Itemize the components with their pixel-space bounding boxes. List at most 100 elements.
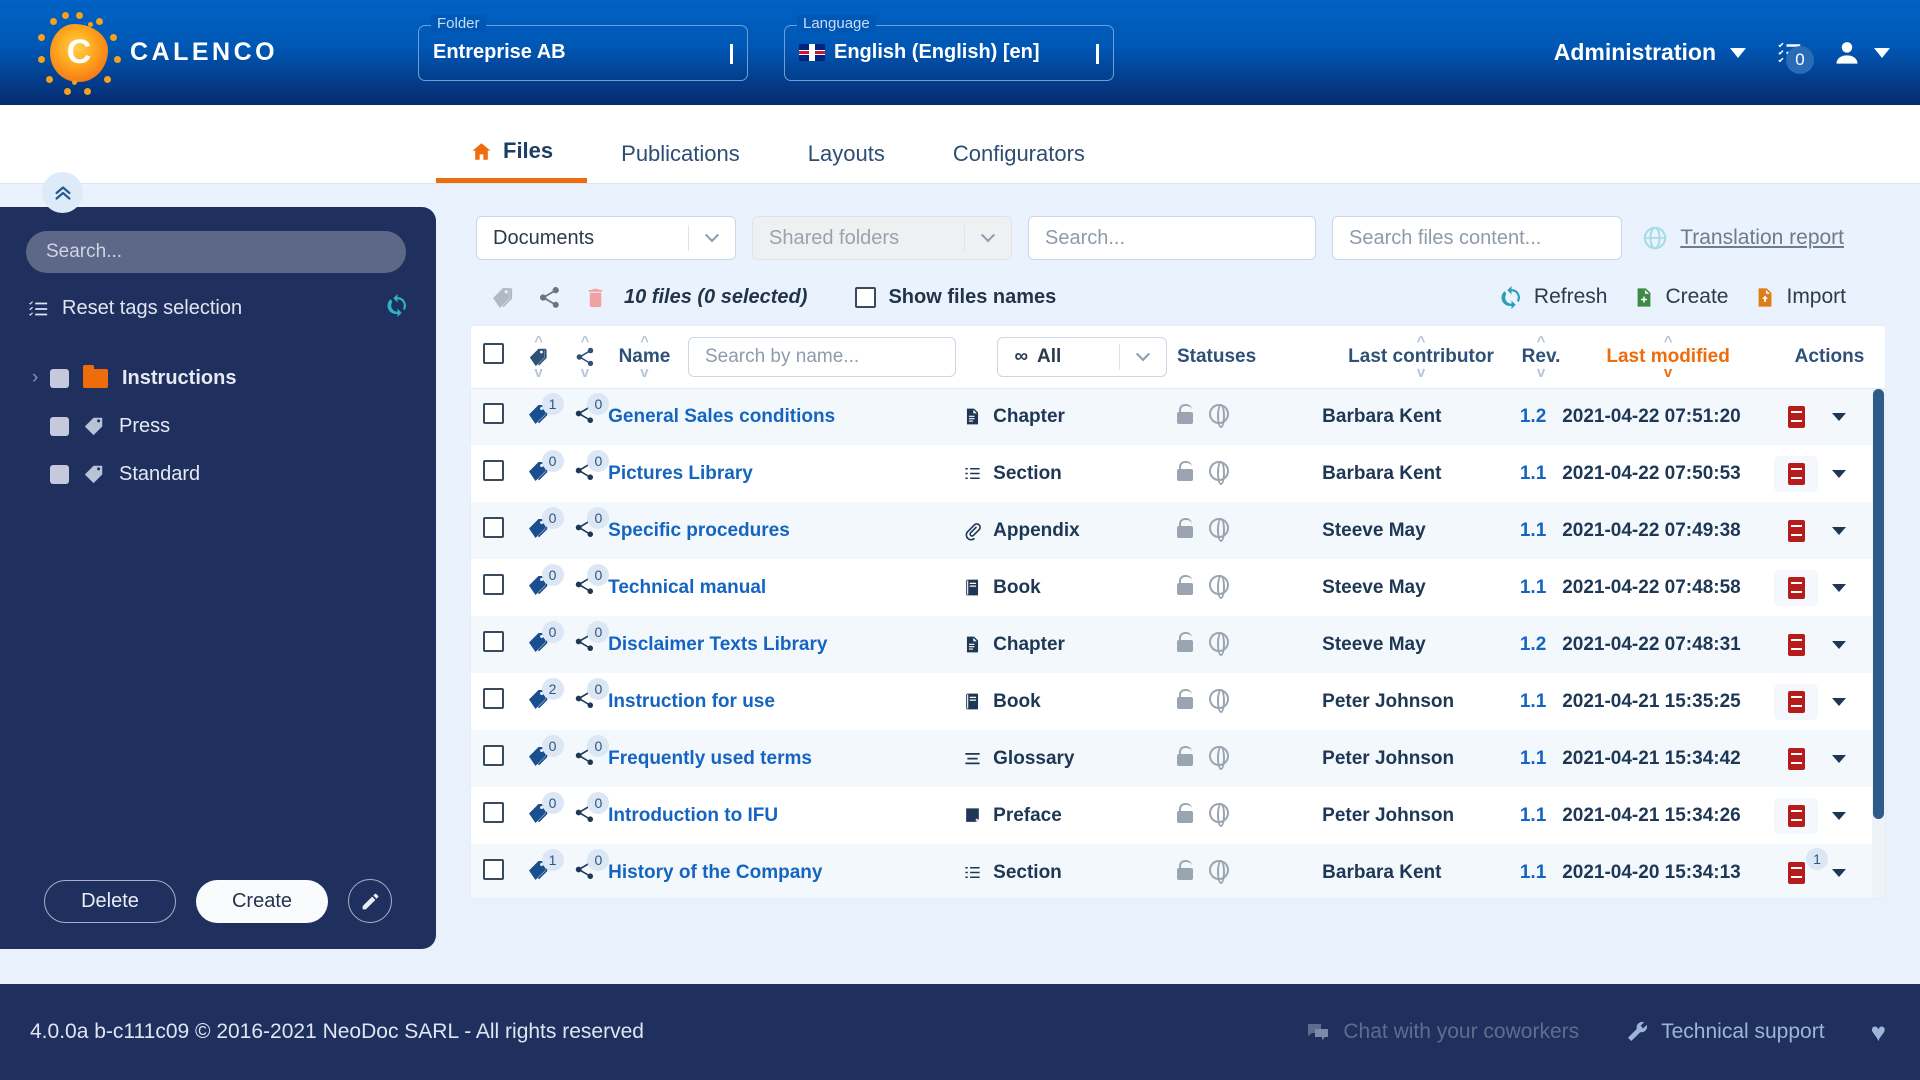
row-revision[interactable]: 1.1 bbox=[1520, 787, 1562, 844]
shares-column-header[interactable]: ^ v bbox=[562, 326, 608, 388]
unlocked-icon[interactable] bbox=[1177, 469, 1193, 481]
row-revision[interactable]: 1.1 bbox=[1520, 445, 1562, 502]
create-file-button[interactable]: Create bbox=[1633, 285, 1728, 310]
name-search-input[interactable] bbox=[688, 337, 956, 377]
last-contributor-column-header[interactable]: ^ Last contributor v bbox=[1322, 326, 1520, 388]
user-menu[interactable] bbox=[1832, 38, 1890, 68]
sidebar-tag-press[interactable]: Press bbox=[26, 402, 410, 450]
reset-tags-selection-button[interactable]: Reset tags selection bbox=[26, 293, 410, 324]
row-file-name[interactable]: Pictures Library bbox=[608, 445, 963, 502]
sidebar-collapse-button[interactable] bbox=[42, 172, 83, 213]
row-file-name[interactable]: Technical manual bbox=[608, 559, 963, 616]
tag-checkbox[interactable] bbox=[50, 369, 69, 388]
row-checkbox[interactable] bbox=[483, 745, 504, 766]
row-revision[interactable]: 1.1 bbox=[1520, 559, 1562, 616]
table-row[interactable]: 0 0 Disclaimer Texts Library Chapter Ste… bbox=[471, 616, 1885, 673]
row-tags-icon[interactable]: 1 bbox=[527, 858, 551, 888]
globe-icon[interactable] bbox=[1209, 689, 1229, 709]
table-row[interactable]: 1 0 History of the Company Section Barba… bbox=[471, 844, 1885, 899]
row-checkbox[interactable] bbox=[483, 631, 504, 652]
globe-icon[interactable] bbox=[1209, 803, 1229, 823]
sort-desc-icon[interactable]: v bbox=[1537, 368, 1545, 377]
row-tags-icon[interactable]: 0 bbox=[527, 516, 551, 546]
sort-asc-icon[interactable]: ^ bbox=[534, 337, 543, 346]
row-publish-button[interactable] bbox=[1774, 456, 1818, 492]
row-revision[interactable]: 1.1 bbox=[1520, 730, 1562, 787]
name-column-header[interactable]: ^ Name v bbox=[608, 326, 681, 388]
unlocked-icon[interactable] bbox=[1177, 868, 1193, 880]
unlocked-icon[interactable] bbox=[1177, 412, 1193, 424]
table-scrollbar[interactable] bbox=[1872, 389, 1885, 899]
row-tags-icon[interactable]: 1 bbox=[527, 402, 551, 432]
row-share-icon[interactable]: 0 bbox=[573, 687, 596, 716]
row-revision[interactable]: 1.2 bbox=[1520, 616, 1562, 673]
show-files-names-toggle[interactable]: Show files names bbox=[855, 286, 1056, 309]
row-revision[interactable]: 1.1 bbox=[1520, 502, 1562, 559]
globe-icon[interactable] bbox=[1209, 404, 1229, 424]
unlocked-icon[interactable] bbox=[1177, 811, 1193, 823]
row-share-icon[interactable]: 0 bbox=[573, 402, 596, 431]
row-publish-button[interactable]: 1 bbox=[1774, 855, 1818, 891]
row-publish-button[interactable] bbox=[1774, 741, 1818, 777]
tab-files[interactable]: Files bbox=[436, 138, 587, 183]
row-tags-icon[interactable]: 0 bbox=[527, 744, 551, 774]
globe-icon[interactable] bbox=[1209, 518, 1229, 538]
tags-column-header[interactable]: ^ v bbox=[515, 326, 561, 388]
show-files-names-checkbox[interactable] bbox=[855, 287, 876, 308]
row-actions-menu-icon[interactable] bbox=[1832, 527, 1846, 535]
row-revision[interactable]: 1.1 bbox=[1520, 673, 1562, 730]
row-file-name[interactable]: Specific procedures bbox=[608, 502, 963, 559]
row-file-name[interactable]: History of the Company bbox=[608, 844, 963, 899]
table-row[interactable]: 0 0 Frequently used terms Glossary Peter… bbox=[471, 730, 1885, 787]
sidebar-search-input[interactable] bbox=[26, 231, 406, 273]
row-share-icon[interactable]: 0 bbox=[573, 630, 596, 659]
row-actions-menu-icon[interactable] bbox=[1832, 641, 1846, 649]
table-row[interactable]: 2 0 Instruction for use Book Peter Johns… bbox=[471, 673, 1885, 730]
tab-layouts[interactable]: Layouts bbox=[774, 138, 919, 183]
row-share-icon[interactable]: 0 bbox=[573, 459, 596, 488]
sort-asc-icon[interactable]: ^ bbox=[1537, 337, 1546, 346]
row-tags-icon[interactable]: 0 bbox=[527, 573, 551, 603]
files-content-search-input[interactable] bbox=[1332, 216, 1622, 260]
files-search-input[interactable] bbox=[1028, 216, 1316, 260]
row-revision[interactable]: 1.1 bbox=[1520, 844, 1562, 899]
tag-icon[interactable] bbox=[480, 285, 526, 310]
refresh-button[interactable]: Refresh bbox=[1499, 285, 1608, 310]
row-actions-menu-icon[interactable] bbox=[1832, 755, 1846, 763]
row-actions-menu-icon[interactable] bbox=[1832, 470, 1846, 478]
row-publish-button[interactable] bbox=[1774, 627, 1818, 663]
tab-publications[interactable]: Publications bbox=[587, 138, 774, 183]
row-share-icon[interactable]: 0 bbox=[573, 858, 596, 887]
sort-desc-icon[interactable]: v bbox=[581, 368, 589, 377]
tag-checkbox[interactable] bbox=[50, 465, 69, 484]
row-checkbox[interactable] bbox=[483, 460, 504, 481]
language-selector[interactable]: Language English (English) [en] bbox=[784, 25, 1114, 81]
document-type-select[interactable]: Documents bbox=[476, 216, 736, 260]
import-file-button[interactable]: Import bbox=[1754, 285, 1846, 310]
globe-icon[interactable] bbox=[1209, 461, 1229, 481]
sort-desc-icon[interactable]: v bbox=[534, 368, 542, 377]
row-actions-menu-icon[interactable] bbox=[1832, 584, 1846, 592]
trash-icon[interactable] bbox=[572, 285, 618, 310]
row-publish-button[interactable] bbox=[1774, 399, 1818, 435]
row-actions-menu-icon[interactable] bbox=[1832, 413, 1846, 421]
sort-asc-icon[interactable]: ^ bbox=[1664, 337, 1673, 346]
row-file-name[interactable]: General Sales conditions bbox=[608, 388, 963, 445]
table-scrollbar-thumb[interactable] bbox=[1873, 389, 1884, 819]
chevron-right-icon[interactable]: › bbox=[32, 367, 50, 389]
row-checkbox[interactable] bbox=[483, 403, 504, 424]
globe-icon[interactable] bbox=[1209, 746, 1229, 766]
technical-support-button[interactable]: Technical support bbox=[1625, 1020, 1824, 1044]
type-filter-select[interactable]: ∞ All bbox=[997, 337, 1167, 377]
heart-icon[interactable]: ♥ bbox=[1871, 1017, 1886, 1048]
row-publish-button[interactable] bbox=[1774, 570, 1818, 606]
row-checkbox[interactable] bbox=[483, 802, 504, 823]
row-checkbox[interactable] bbox=[483, 517, 504, 538]
row-checkbox[interactable] bbox=[483, 688, 504, 709]
table-row[interactable]: 0 0 Technical manual Book Steeve May 1.1… bbox=[471, 559, 1885, 616]
tasks-button[interactable]: 0 bbox=[1772, 38, 1806, 68]
row-share-icon[interactable]: 0 bbox=[573, 801, 596, 830]
row-checkbox[interactable] bbox=[483, 859, 504, 880]
table-row[interactable]: 1 0 General Sales conditions Chapter Bar… bbox=[471, 388, 1885, 445]
row-file-name[interactable]: Disclaimer Texts Library bbox=[608, 616, 963, 673]
